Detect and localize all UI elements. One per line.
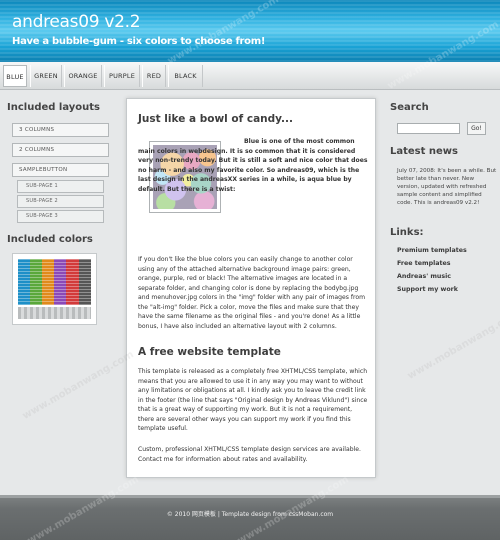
- footer-highlight: [0, 495, 500, 498]
- heading-candy: Just like a bowl of candy...: [138, 113, 293, 125]
- nav-item-purple[interactable]: PURPLE: [104, 65, 140, 87]
- intro-text: Blue is one of the most common main colo…: [138, 138, 368, 193]
- nav-item-black[interactable]: BLACK: [168, 65, 203, 87]
- footer: © 2010 网页模板 | Template design from cssMo…: [0, 495, 500, 540]
- news-text: July 07, 2008: It's been a while. But be…: [397, 168, 497, 206]
- main-content: Just like a bowl of candy... Blue is one…: [126, 98, 376, 478]
- nav-item-blue[interactable]: BLUE: [3, 65, 27, 87]
- watermark: www.mobanwang.com: [405, 309, 500, 382]
- link-free-templates[interactable]: Free templates: [397, 260, 451, 267]
- latest-news-heading: Latest news: [390, 146, 458, 157]
- links-heading: Links:: [390, 227, 424, 238]
- included-colors-heading: Included colors: [7, 234, 93, 245]
- heading-free-template: A free website template: [138, 346, 281, 358]
- link-premium-templates[interactable]: Premium templates: [397, 247, 467, 254]
- subpage-button-1[interactable]: SUB-PAGE 1: [17, 180, 104, 193]
- layout-button-3-columns[interactable]: 3 COLUMNS: [12, 123, 109, 137]
- swatch-stripes: [18, 259, 91, 305]
- paragraph-custom: Custom, professional XHTML/CSS template …: [138, 446, 361, 463]
- header: andreas09 v2.2 Have a bubble-gum - six c…: [0, 0, 500, 62]
- paragraph-colors: If you don't like the blue colors you ca…: [138, 256, 366, 330]
- link-support-my-work[interactable]: Support my work: [397, 286, 458, 293]
- search-input[interactable]: [397, 123, 460, 134]
- layout-button-2-columns[interactable]: 2 COLUMNS: [12, 143, 109, 157]
- layout-button-samplebutton[interactable]: SAMPLEBUTTON: [12, 163, 109, 177]
- colors-preview: [12, 253, 97, 325]
- search-heading: Search: [390, 102, 429, 113]
- footer-credit[interactable]: © 2010 网页模板 | Template design from cssMo…: [0, 509, 500, 518]
- nav-item-green[interactable]: GREEN: [30, 65, 62, 87]
- subpage-button-2[interactable]: SUB-PAGE 2: [17, 195, 104, 208]
- included-layouts-heading: Included layouts: [7, 102, 101, 113]
- watermark: www.mobanwang.com: [20, 349, 136, 422]
- site-tagline: Have a bubble-gum - six colors to choose…: [12, 36, 266, 47]
- subpage-button-3[interactable]: SUB-PAGE 3: [17, 210, 104, 223]
- nav-item-red[interactable]: RED: [142, 65, 166, 87]
- nav-item-orange[interactable]: ORANGE: [64, 65, 102, 87]
- search-go-button[interactable]: Go!: [467, 122, 486, 135]
- swatch-gray-bar: [18, 307, 91, 319]
- paragraph-license: This template is released as a completel…: [138, 368, 368, 432]
- site-title[interactable]: andreas09 v2.2: [12, 12, 141, 32]
- color-nav: BLUE GREEN ORANGE PURPLE RED BLACK: [0, 62, 500, 90]
- link-andreas-music[interactable]: Andreas' music: [397, 273, 451, 280]
